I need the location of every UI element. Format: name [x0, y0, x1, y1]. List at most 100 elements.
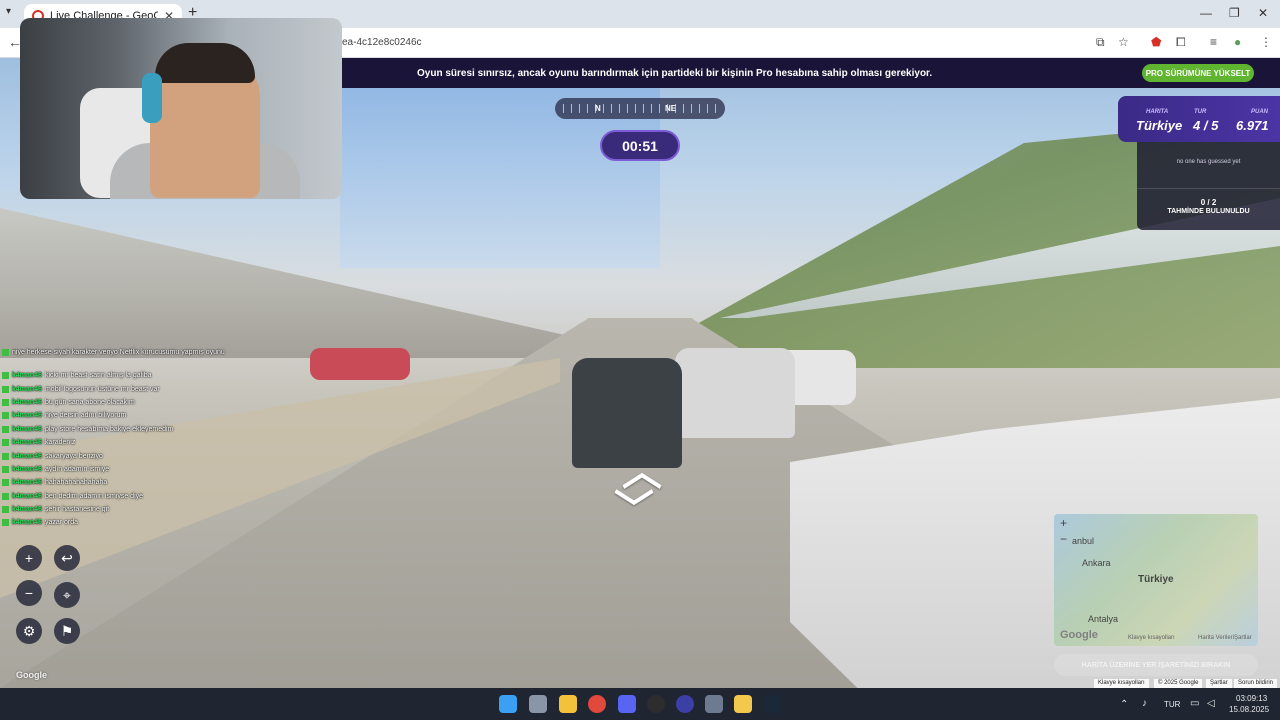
bookmark-star-icon[interactable]: ☆ — [1118, 35, 1129, 49]
editor-icon[interactable] — [734, 695, 752, 713]
guess-found-label: TAHMİNDE BULUNULDU — [1167, 208, 1250, 215]
chat-message: k4man46 play store hesabıma bakiye ekleye… — [2, 423, 252, 436]
url-field[interactable]: ea-4c12e8c0246c — [342, 37, 422, 48]
attr-terms[interactable]: Şartlar — [1206, 679, 1232, 688]
chat-text: bu gün sana abone olacakım — [44, 398, 135, 406]
map-city-antalya: Antalya — [1088, 614, 1119, 624]
return-to-start-icon[interactable]: ⌖ — [54, 582, 80, 608]
microphone-icon[interactable]: ♪ — [1142, 698, 1147, 709]
screen: ▾ Live Challenge - GeoGuessr ✕ + — ❐ ✕ ←… — [0, 0, 1280, 720]
map-footer-terms[interactable]: Şartlar — [1234, 635, 1252, 641]
place-marker-button[interactable]: HARİTA ÜZERİNE YER İŞARETİNİZİ BIRAKIN — [1054, 654, 1258, 676]
attr-report[interactable]: Sorun bildirin — [1234, 679, 1278, 688]
profile-avatar-icon[interactable]: ● — [1234, 35, 1241, 49]
chat-message: k4man46 yazar orda — [2, 516, 252, 529]
clock-date[interactable]: 15.08.2025 — [1229, 705, 1269, 714]
chat-text: play store hesabıma bakiye ekleyemedim — [44, 425, 174, 433]
zoom-in-button[interactable]: + — [16, 545, 42, 571]
chat-message: k4man46 mobil logosunun üstüne mr beast v… — [2, 382, 252, 395]
flag-icon[interactable]: ⚑ — [54, 618, 80, 644]
red-car — [310, 348, 410, 380]
pro-banner: Oyun süresi sınırsız, ancak oyunu barınd… — [342, 58, 1280, 88]
game-info-panel: HARITA Türkiye TUR 4 / 5 PUAN 6.971 — [1118, 96, 1280, 142]
extension-shield-icon[interactable]: ⬟ — [1151, 35, 1161, 49]
chat-message: k4man46 karadeniz — [2, 436, 252, 449]
round-value: 4 / 5 — [1193, 118, 1219, 133]
minimize-icon[interactable]: — — [1200, 6, 1212, 20]
network-icon[interactable]: ▭ — [1190, 698, 1199, 709]
settings-gear-icon[interactable]: ⚙ — [16, 618, 42, 644]
chat-message: k4man46 şehir hastanesine git — [2, 503, 252, 516]
compass-north: N — [595, 104, 601, 113]
map-zoom-in-icon[interactable]: + — [1060, 516, 1067, 530]
discord-icon[interactable] — [618, 695, 636, 713]
obs-icon[interactable] — [647, 695, 665, 713]
chat-text: sakaryaya benziyo — [44, 452, 103, 460]
move-back-arrow-icon[interactable]: ﹀ — [614, 490, 654, 530]
undo-move-icon[interactable]: ↩ — [54, 545, 80, 571]
map-city-ankara: Ankara — [1082, 558, 1111, 568]
compass-northeast: NE — [665, 104, 677, 113]
language-indicator[interactable]: TUR — [1164, 700, 1180, 709]
tray-chevron-icon[interactable]: ⌃ — [1120, 699, 1128, 710]
headset — [142, 73, 162, 123]
clock-time[interactable]: 03:09:13 — [1236, 694, 1267, 703]
app-icon[interactable] — [676, 695, 694, 713]
browser-menu-icon[interactable]: ⋮ — [1260, 35, 1272, 49]
steam-icon[interactable] — [763, 695, 781, 713]
score-value: 6.971 — [1236, 118, 1269, 133]
compass-ticks — [563, 104, 717, 113]
chat-user: k4man46 — [12, 506, 42, 514]
map-label: HARITA — [1146, 109, 1169, 115]
guess-minimap[interactable]: + − anbul Ankara Türkiye Antalya Google … — [1054, 514, 1258, 646]
white-car — [675, 348, 795, 438]
chat-message: k4man46 niye dersin adını biliyorum — [2, 409, 252, 422]
volume-icon[interactable]: ◁ — [1207, 698, 1215, 709]
chat-badge-icon — [2, 465, 9, 473]
no-guess-text: no one has guessed yet — [1176, 159, 1241, 165]
window-close-icon[interactable]: ✕ — [1258, 6, 1268, 20]
map-google-logo: Google — [1060, 629, 1098, 641]
move-forward-arrow-icon[interactable]: ︿ — [622, 452, 662, 492]
round-label: TUR — [1194, 109, 1207, 115]
chat-text: şehir hastanesine git — [44, 506, 110, 514]
chat-badge-icon — [2, 452, 9, 460]
divider — [1137, 188, 1280, 189]
chrome-icon[interactable] — [588, 695, 606, 713]
chat-user: k4man46 — [12, 372, 42, 380]
install-app-icon[interactable]: ⧉ — [1096, 35, 1105, 50]
chat-badge-icon — [2, 385, 9, 393]
attr-shortcuts[interactable]: Klavye kısayolları — [1094, 679, 1149, 688]
upgrade-pro-button[interactable]: PRO SÜRÜMÜNE YÜKSELT — [1142, 64, 1254, 82]
chat-user: k4man46 — [12, 492, 42, 500]
chat-text: niye dersin adını biliyorum — [44, 412, 127, 420]
extensions-puzzle-icon[interactable]: ⧠ — [1176, 35, 1186, 50]
task-view-icon[interactable] — [529, 695, 547, 713]
chat-user: k4man46 — [12, 425, 42, 433]
chat-text: karadeniz — [44, 439, 76, 447]
restore-icon[interactable]: ❐ — [1229, 6, 1240, 20]
map-zoom-out-icon[interactable]: − — [1060, 532, 1067, 546]
webcam-overlay — [20, 18, 342, 199]
round-timer: 00:51 — [600, 130, 680, 161]
chat-message: k4man46 bu gün sana abone olacakım — [2, 396, 252, 409]
file-explorer-icon[interactable] — [559, 695, 577, 713]
map-city-istanbul: anbul — [1072, 536, 1095, 546]
settings-icon[interactable] — [705, 695, 723, 713]
media-controls-icon[interactable]: ≡ — [1210, 35, 1217, 49]
chat-message: k4man46 aydın adamın ismiye — [2, 463, 252, 476]
tab-search-icon[interactable]: ▾ — [6, 6, 11, 17]
map-country-label: Türkiye — [1138, 574, 1174, 585]
chat-message: k4man46 kicki mr beast satın almış la gal… — [2, 369, 252, 382]
chat-text: yazar orda — [44, 519, 79, 527]
chat-user: k4man46 — [12, 452, 42, 460]
chat-text: ben dedim adamın ismiyse diye — [44, 492, 144, 500]
compass: N NE — [555, 98, 725, 119]
zoom-out-button[interactable]: − — [16, 580, 42, 606]
pro-banner-text: Oyun süresi sınırsız, ancak oyunu barınd… — [417, 68, 933, 79]
windows-start-icon[interactable] — [499, 695, 517, 713]
guess-count: 0 / 2 — [1200, 198, 1217, 207]
map-footer-data[interactable]: Harita Verileri — [1198, 635, 1234, 641]
map-footer-shortcuts[interactable]: Klavye kısayolları — [1128, 635, 1175, 641]
chat-badge-icon — [2, 519, 9, 527]
